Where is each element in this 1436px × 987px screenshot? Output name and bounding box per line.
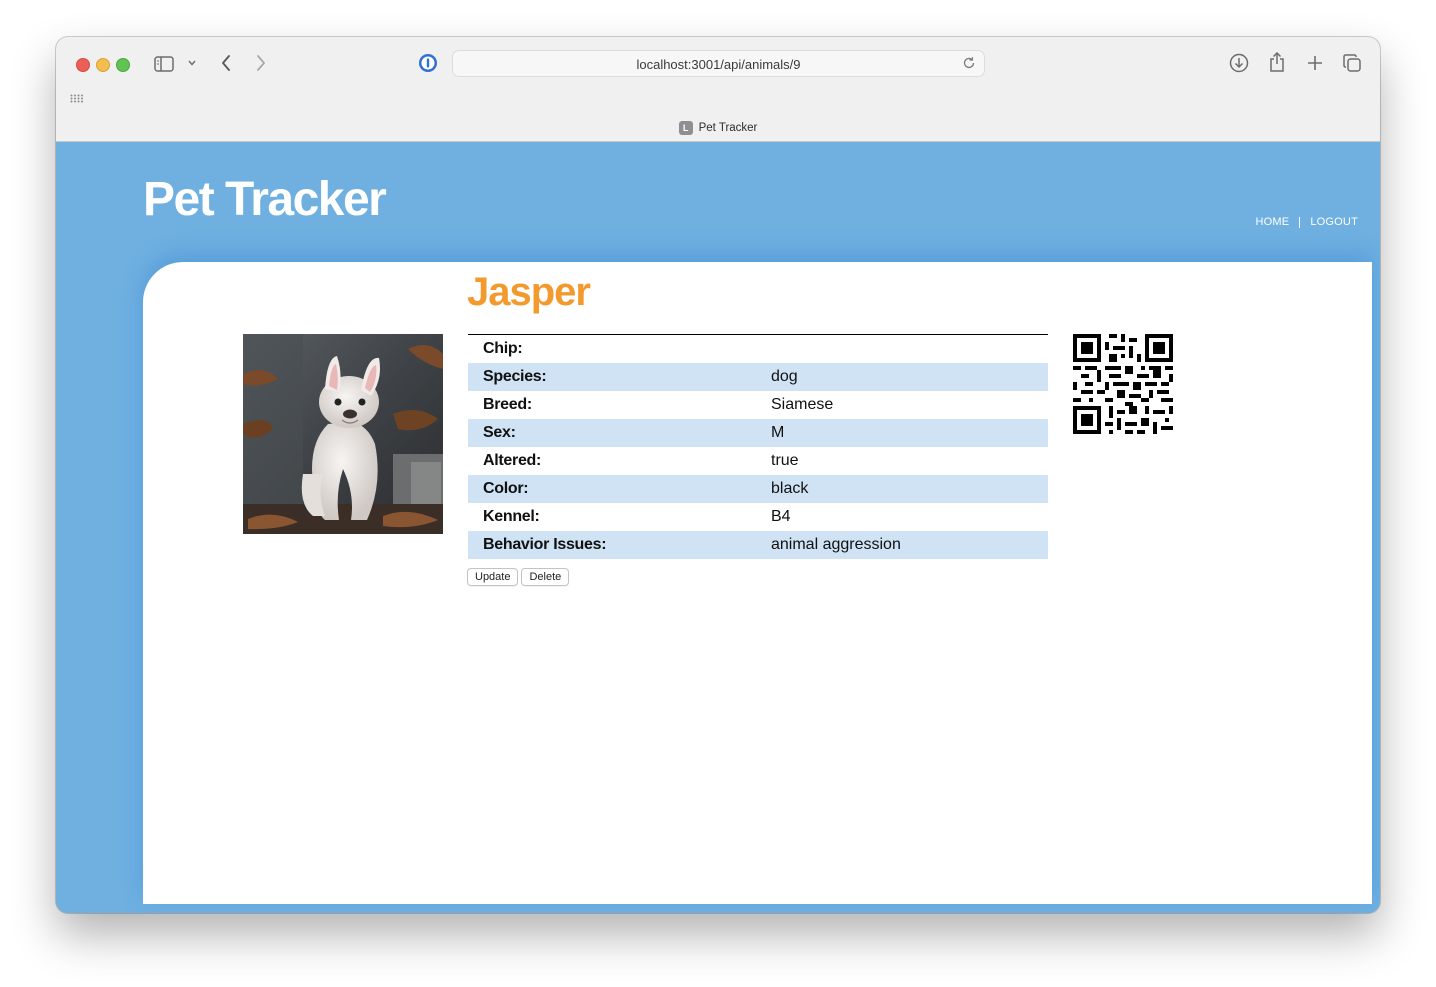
pet-details-table: Chip: Species: dog Breed: Siamese Sex: M Al… (468, 334, 1048, 559)
close-window-button[interactable] (76, 58, 90, 72)
pet-detail-card: Jasper Chip: Species: dog Breed: Siamese S… (143, 262, 1372, 904)
detail-row-breed: Breed: Siamese (468, 391, 1048, 419)
detail-row-species: Species: dog (468, 363, 1048, 391)
tab-overview-grid-icon[interactable] (69, 92, 85, 104)
detail-row-altered: Altered: true (468, 447, 1048, 475)
share-icon[interactable] (1267, 51, 1287, 73)
back-arrow-icon[interactable] (218, 53, 234, 73)
favicon-icon: L (678, 121, 693, 135)
detail-value: dog (756, 363, 1048, 391)
chevron-down-icon[interactable] (187, 57, 197, 69)
update-button[interactable]: Update (467, 568, 519, 586)
nav-divider (1299, 216, 1301, 228)
detail-label: Sex: (468, 419, 756, 447)
detail-row-kennel: Kennel: B4 (468, 503, 1048, 531)
nav-logout-link[interactable]: LOGOUT (1310, 216, 1358, 228)
url-text[interactable]: localhost:3001/api/animals/9 (453, 57, 984, 72)
tab-overview-icon[interactable] (1342, 53, 1362, 73)
new-tab-plus-icon[interactable] (1305, 53, 1325, 73)
detail-label: Color: (468, 475, 756, 503)
password-manager-icon[interactable] (418, 53, 438, 73)
qr-code-icon (1073, 334, 1173, 434)
forward-arrow-icon[interactable] (253, 53, 269, 73)
tab-title: Pet Tracker (698, 122, 758, 134)
detail-value: true (771, 452, 799, 469)
detail-label: Kennel: (483, 508, 540, 525)
tab-pet-tracker[interactable]: L Pet Tracker (56, 119, 1380, 137)
detail-label: Breed: (483, 396, 532, 413)
reload-icon[interactable] (962, 56, 976, 75)
detail-row-sex: Sex: M (468, 419, 1048, 447)
detail-label: Species: (468, 363, 756, 391)
address-bar[interactable]: localhost:3001/api/animals/9 (452, 50, 985, 77)
action-buttons: Update Delete (467, 568, 570, 586)
detail-row-behavior-issues: Behavior Issues: animal aggression (468, 531, 1048, 559)
detail-label: Altered: (483, 452, 542, 469)
browser-toolbar: localhost:3001/api/animals/9 L Pet Track… (56, 37, 1380, 142)
detail-value: Siamese (771, 396, 834, 413)
detail-value: animal aggression (756, 531, 1048, 559)
pet-name: Jasper (467, 270, 591, 314)
detail-value (756, 335, 1048, 364)
site-title[interactable]: Pet Tracker (143, 172, 387, 227)
detail-row-chip: Chip: (468, 335, 1048, 364)
pet-photo (243, 334, 443, 534)
detail-value: M (756, 419, 1048, 447)
nav-home-link[interactable]: HOME (1256, 216, 1290, 228)
detail-label: Chip: (483, 340, 523, 357)
detail-row-color: Color: black (468, 475, 1048, 503)
detail-value: B4 (771, 508, 791, 525)
delete-button[interactable]: Delete (521, 568, 570, 586)
zoom-window-button[interactable] (116, 58, 130, 72)
browser-window: localhost:3001/api/animals/9 L Pet Track… (56, 37, 1380, 913)
page-content: Pet Tracker HOME LOGOUT Jasper Chip: Spe… (56, 142, 1380, 913)
detail-label: Behavior Issues: (468, 531, 756, 559)
top-nav: HOME LOGOUT (1256, 216, 1358, 228)
french-bulldog-icon (243, 334, 443, 534)
minimize-window-button[interactable] (96, 58, 110, 72)
sidebar-toggle-icon[interactable] (153, 54, 175, 74)
download-icon[interactable] (1229, 53, 1249, 73)
detail-value: black (756, 475, 1048, 503)
